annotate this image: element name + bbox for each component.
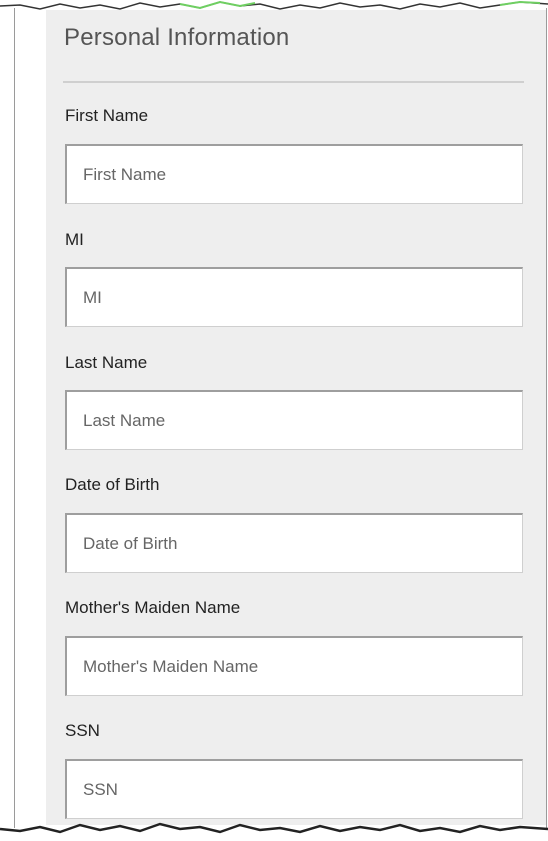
last-name-label: Last Name [65, 353, 148, 372]
ssn-input[interactable] [65, 759, 523, 819]
mi-input[interactable] [65, 267, 523, 327]
personal-information-panel: Personal Information First Name MI Last … [46, 10, 546, 825]
mothers-maiden-name-input[interactable] [65, 636, 523, 696]
first-name-input[interactable] [65, 144, 523, 204]
first-name-label: First Name [65, 106, 149, 125]
section-divider [63, 81, 524, 83]
date-of-birth-label: Date of Birth [65, 475, 160, 494]
section-title: Personal Information [64, 24, 290, 51]
screenshot-frame: Personal Information First Name MI Last … [0, 0, 548, 841]
last-name-input[interactable] [65, 390, 523, 450]
page-edge-left [14, 8, 15, 828]
page-edge-right [546, 8, 547, 828]
ssn-label: SSN [65, 721, 100, 740]
mothers-maiden-name-label: Mother's Maiden Name [65, 598, 241, 617]
date-of-birth-input[interactable] [65, 513, 523, 573]
mi-label: MI [65, 230, 84, 249]
